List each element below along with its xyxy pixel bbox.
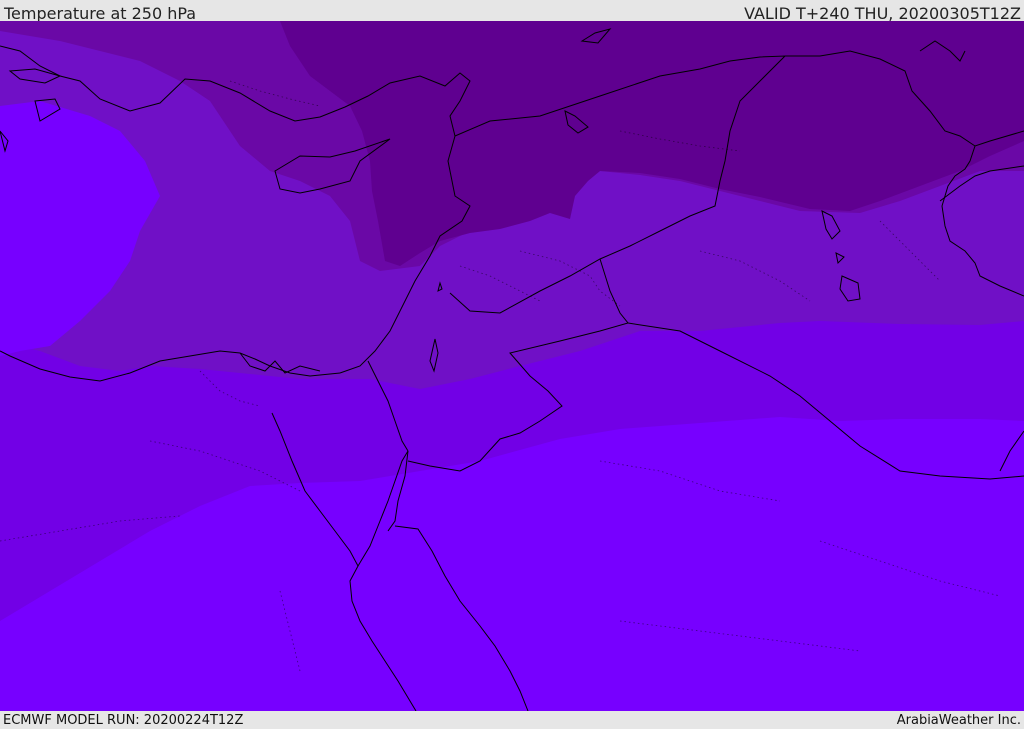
model-run: ECMWF MODEL RUN: 20200224T12Z xyxy=(3,713,244,728)
map-viewer: Temperature at 250 hPa VALID T+240 THU, … xyxy=(0,0,1024,729)
credit-label: ArabiaWeather Inc. xyxy=(896,713,1021,728)
map-canvas xyxy=(0,21,1024,711)
temperature-map[interactable] xyxy=(0,21,1024,711)
